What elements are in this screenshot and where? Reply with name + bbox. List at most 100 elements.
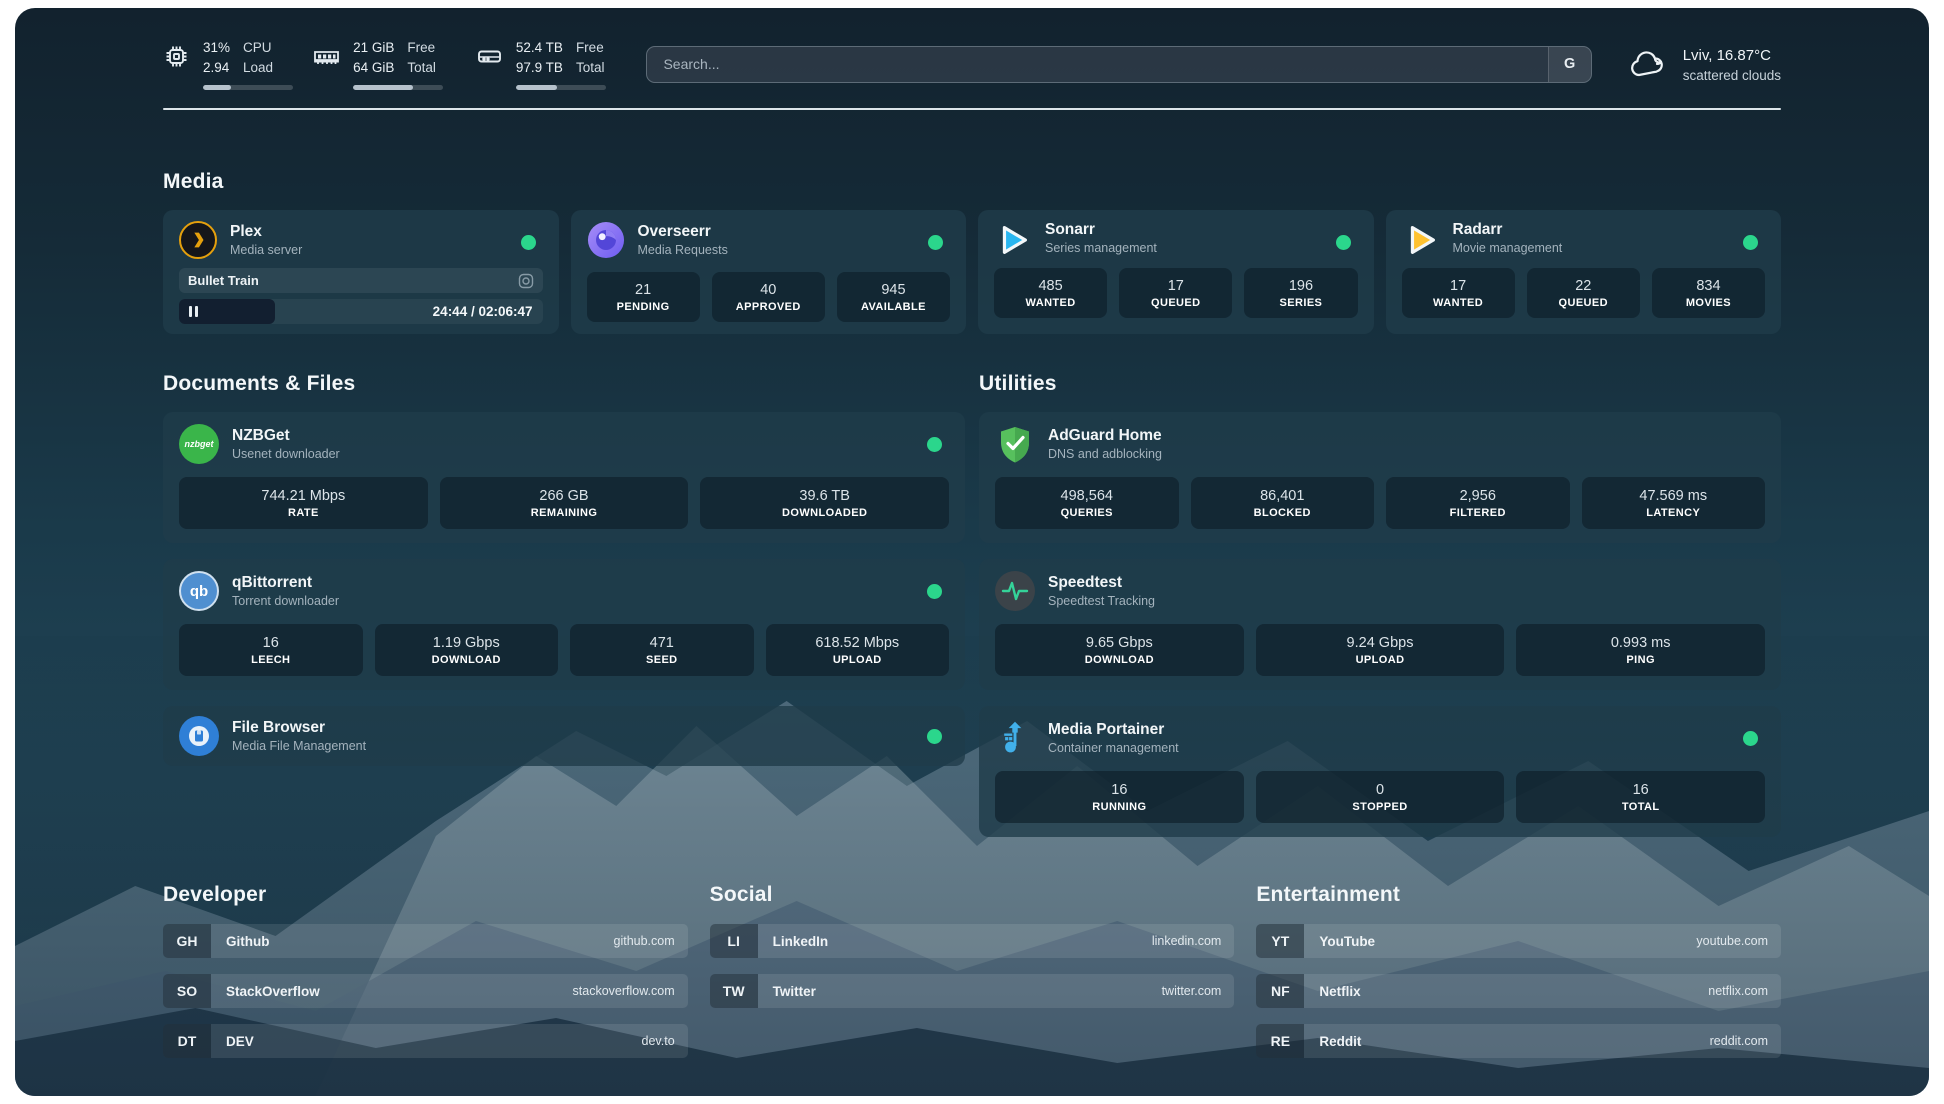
bookmark-abbr: YT xyxy=(1256,924,1304,958)
bookmark-youtube[interactable]: YT YouTube youtube.com xyxy=(1256,924,1781,958)
bookmark-name: Netflix xyxy=(1304,974,1708,1008)
cpu-load: 2.94 xyxy=(203,58,230,78)
memory-progress xyxy=(353,85,443,90)
stat-tile: 618.52 Mbps UPLOAD xyxy=(766,624,950,676)
app-subtitle: Series management xyxy=(1045,241,1157,255)
weather-condition: scattered clouds xyxy=(1683,68,1781,83)
bookmark-dev[interactable]: DT DEV dev.to xyxy=(163,1024,688,1058)
app-card-speedtest[interactable]: Speedtest Speedtest Tracking 9.65 Gbps D… xyxy=(979,559,1781,690)
stat-value: 834 xyxy=(1696,278,1720,294)
pause-indicator xyxy=(179,299,275,324)
stat-tile: 16 RUNNING xyxy=(995,771,1244,823)
now-playing-row: Bullet Train xyxy=(179,268,543,293)
bookmark-abbr: NF xyxy=(1256,974,1304,1008)
disk-labels: Free Total xyxy=(576,38,605,77)
app-card-qbittorrent[interactable]: qb qBittorrent Torrent downloader 16 xyxy=(163,559,965,690)
bookmark-stackoverflow[interactable]: SO StackOverflow stackoverflow.com xyxy=(163,974,688,1008)
app-subtitle: Container management xyxy=(1048,741,1179,755)
stat-label: APPROVED xyxy=(736,301,801,313)
stat-tile: 945 AVAILABLE xyxy=(837,272,950,322)
stat-label: RUNNING xyxy=(1092,801,1146,813)
bookmark-twitter[interactable]: TW Twitter twitter.com xyxy=(710,974,1235,1008)
stat-value: 17 xyxy=(1168,278,1184,294)
bookmark-name: YouTube xyxy=(1304,924,1696,958)
stat-label: RATE xyxy=(288,507,319,519)
stat-value: 16 xyxy=(1111,782,1127,798)
bookmark-group-developer: Developer GH Github github.com SO StackO… xyxy=(163,883,688,1058)
bookmark-abbr: GH xyxy=(163,924,211,958)
stat-label: UPLOAD xyxy=(1356,654,1405,666)
stat-value: 40 xyxy=(760,282,776,298)
stat-tile: 9.24 Gbps UPLOAD xyxy=(1256,624,1505,676)
stat-label: QUEUED xyxy=(1559,297,1608,309)
speedtest-icon xyxy=(995,571,1035,611)
stat-label: DOWNLOADED xyxy=(782,507,867,519)
search-input[interactable] xyxy=(647,47,1547,82)
app-subtitle: Media File Management xyxy=(232,739,366,753)
disk-label-2: Total xyxy=(576,58,605,78)
stat-label: DOWNLOAD xyxy=(432,654,501,666)
app-card-radarr[interactable]: Radarr Movie management 17 WANTED 22 QUE… xyxy=(1386,210,1782,334)
bookmark-url: linkedin.com xyxy=(1152,924,1234,958)
stat-tile: 47.569 ms LATENCY xyxy=(1582,477,1766,529)
bookmark-github[interactable]: GH Github github.com xyxy=(163,924,688,958)
stat-value: 39.6 TB xyxy=(799,488,850,504)
stat-tile: 22 QUEUED xyxy=(1527,268,1640,318)
app-card-nzbget[interactable]: nzbget NZBGet Usenet downloader 744.21 M… xyxy=(163,412,965,543)
filebrowser-icon xyxy=(179,716,219,756)
bookmark-linkedin[interactable]: LI LinkedIn linkedin.com xyxy=(710,924,1235,958)
memory-labels: Free Total xyxy=(407,38,436,77)
stat-tile: 1.19 Gbps DOWNLOAD xyxy=(375,624,559,676)
app-title: Sonarr xyxy=(1045,221,1157,239)
app-card-filebrowser[interactable]: File Browser Media File Management xyxy=(163,706,965,766)
bookmark-abbr: LI xyxy=(710,924,758,958)
now-playing-title: Bullet Train xyxy=(188,273,259,288)
app-title: NZBGet xyxy=(232,427,340,445)
overseerr-icon xyxy=(587,221,625,259)
stat-value: 1.19 Gbps xyxy=(433,635,500,651)
app-subtitle: DNS and adblocking xyxy=(1048,447,1162,461)
weather-text: Lviv, 16.87°C scattered clouds xyxy=(1683,45,1781,83)
stat-label: SERIES xyxy=(1280,297,1323,309)
bookmark-url: netflix.com xyxy=(1708,974,1781,1008)
app-card-sonarr[interactable]: Sonarr Series management 485 WANTED 17 Q… xyxy=(978,210,1374,334)
stat-tile: 21 PENDING xyxy=(587,272,700,322)
bookmark-abbr: DT xyxy=(163,1024,211,1058)
stat-tile: 471 SEED xyxy=(570,624,754,676)
cpu-label-1: CPU xyxy=(243,38,273,58)
app-card-adguard[interactable]: AdGuard Home DNS and adblocking 498,564 … xyxy=(979,412,1781,543)
stat-label: REMAINING xyxy=(531,507,598,519)
stat-tile: 39.6 TB DOWNLOADED xyxy=(700,477,949,529)
section-heading-documents: Documents & Files xyxy=(163,372,965,396)
plex-icon xyxy=(179,221,217,259)
stat-value: 471 xyxy=(650,635,674,651)
cpu-label-2: Load xyxy=(243,58,273,78)
stat-label: AVAILABLE xyxy=(861,301,926,313)
stat-label: LEECH xyxy=(251,654,290,666)
app-card-portainer[interactable]: Media Portainer Container management 16 … xyxy=(979,706,1781,837)
stat-value: 17 xyxy=(1450,278,1466,294)
bookmark-abbr: SO xyxy=(163,974,211,1008)
bookmark-netflix[interactable]: NF Netflix netflix.com xyxy=(1256,974,1781,1008)
stat-tile: 9.65 Gbps DOWNLOAD xyxy=(995,624,1244,676)
stat-tile: 86,401 BLOCKED xyxy=(1191,477,1375,529)
app-title: Overseerr xyxy=(638,223,728,241)
header-divider xyxy=(163,108,1781,110)
stat-tile: 498,564 QUERIES xyxy=(995,477,1179,529)
memory-total: 64 GiB xyxy=(353,58,394,78)
stat-label: SEED xyxy=(646,654,678,666)
cpu-progress xyxy=(203,85,293,90)
app-card-overseerr[interactable]: Overseerr Media Requests 21 PENDING 40 A… xyxy=(571,210,967,334)
app-card-plex[interactable]: Plex Media server Bullet Train xyxy=(163,210,559,334)
cpu-usage: 31% xyxy=(203,38,230,58)
stat-value: 0 xyxy=(1376,782,1384,798)
weather-widget: Lviv, 16.87°C scattered clouds xyxy=(1628,45,1781,83)
stat-value: 9.24 Gbps xyxy=(1347,635,1414,651)
bookmark-reddit[interactable]: RE Reddit reddit.com xyxy=(1256,1024,1781,1058)
stat-value: 9.65 Gbps xyxy=(1086,635,1153,651)
search-provider-button[interactable]: G xyxy=(1548,47,1591,82)
bookmark-name: DEV xyxy=(211,1024,642,1058)
stat-value: 22 xyxy=(1575,278,1591,294)
section-heading-social: Social xyxy=(710,883,1235,907)
stat-tile: 40 APPROVED xyxy=(712,272,825,322)
